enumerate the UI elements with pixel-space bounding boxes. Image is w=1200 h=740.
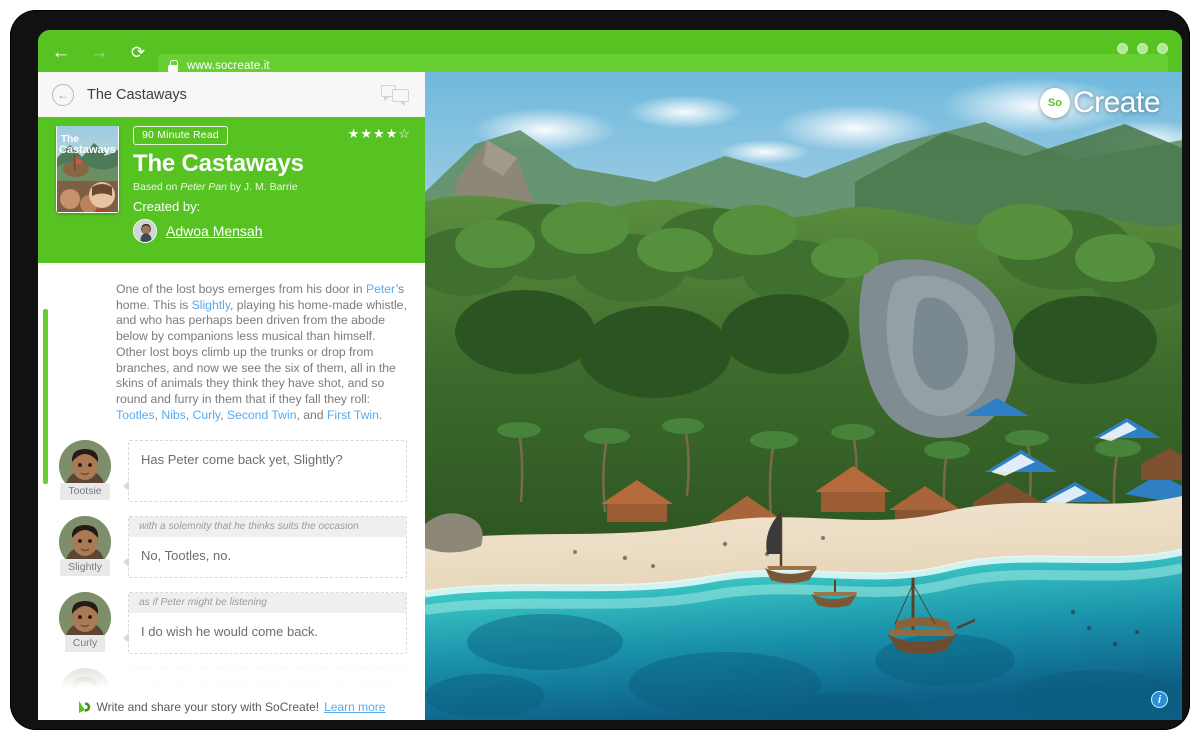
dialogue-parenthetical: with a solemnity that he thinks suits th… — [129, 517, 406, 538]
star-1[interactable]: ★ — [348, 126, 361, 141]
narrative-text: One of the lost boys emerges from his do… — [116, 282, 366, 296]
star-2[interactable]: ★ — [360, 126, 373, 141]
narrative-text: , — [220, 407, 227, 422]
character-name-chip: Tootsie — [60, 483, 110, 501]
dialogue-bubble-column: as if Peter might be listening I do wish … — [123, 592, 407, 655]
narrative-text: , playing his home-made whistle, and who… — [116, 297, 407, 406]
dialogue-row: Tootsie Has Peter come back yet, Slightly… — [38, 440, 425, 503]
dialogue-bubble-column: Has Peter come back yet, Slightly? — [123, 440, 407, 503]
character-link[interactable]: Slightly — [192, 298, 230, 312]
window-maximize-dot[interactable] — [1137, 43, 1148, 54]
character-link[interactable]: Curly — [193, 408, 221, 422]
character-link[interactable]: Second Twin — [227, 408, 297, 422]
url-text: www.socreate.it — [187, 60, 270, 72]
character-link[interactable]: First Twin — [327, 408, 379, 422]
based-on-suffix: by J. M. Barrie — [227, 181, 298, 193]
character-link[interactable]: Nibs — [161, 408, 185, 422]
story-cover-thumbnail[interactable]: The Castaways — [56, 125, 119, 213]
window-close-dot[interactable] — [1157, 43, 1168, 54]
author-avatar — [133, 219, 157, 243]
story-hero-card: The Castaways 90 Minute Read ★★★★☆ The C… — [38, 117, 425, 263]
socreate-create-text: Create — [1072, 86, 1161, 119]
story-header-bar: ← The Castaways — [38, 72, 425, 117]
svg-text:Castaways: Castaways — [59, 144, 116, 156]
window-minimize-dot[interactable] — [1117, 43, 1128, 54]
narrative-text: , and — [296, 407, 327, 422]
dialogue-list: Tootsie Has Peter come back yet, Slightly… — [38, 440, 425, 720]
character-link[interactable]: Tootles — [116, 408, 155, 422]
source-work-title: Peter Pan — [180, 181, 227, 193]
browser-screen: ← → ⟳ www.socreate.it ← The Castaways Th… — [38, 30, 1182, 720]
socreate-play-icon — [78, 700, 92, 714]
rating-stars[interactable]: ★★★★☆ — [348, 126, 411, 142]
star-5[interactable]: ☆ — [398, 126, 411, 141]
browser-back-icon[interactable]: ← — [50, 41, 72, 63]
socreate-watermark-logo: So Create — [1039, 86, 1161, 120]
author-row[interactable]: Adwoa Mensah — [133, 219, 411, 243]
story-back-icon[interactable]: ← — [52, 83, 74, 106]
story-title: The Castaways — [133, 150, 304, 177]
browser-toolbar: ← → ⟳ www.socreate.it — [38, 30, 1182, 78]
story-body: One of the lost boys emerges from his do… — [38, 266, 425, 720]
read-time-badge: 90 Minute Read — [133, 126, 228, 145]
promo-text: Write and share your story with SoCreate… — [96, 700, 320, 714]
info-icon[interactable]: i — [1151, 691, 1168, 708]
dialogue-bubble[interactable]: Has Peter come back yet, Slightly? — [123, 440, 407, 503]
window-controls[interactable] — [1117, 43, 1168, 54]
narrative-paragraph: One of the lost boys emerges from his do… — [38, 282, 425, 423]
dialogue-line: Has Peter come back yet, Slightly? — [141, 452, 343, 468]
page-viewport: ← The Castaways The Castaways 90 Minute … — [38, 72, 1182, 720]
lock-icon — [168, 60, 178, 72]
based-on-prefix: Based on — [133, 181, 181, 193]
promo-learn-more-link[interactable]: Learn more — [324, 700, 385, 714]
dialogue-line: I do wish he would come back. — [141, 624, 319, 640]
device-frame: ← → ⟳ www.socreate.it ← The Castaways Th… — [10, 10, 1190, 730]
dialogue-row: Slightly with a solemnity that he thinks … — [38, 516, 425, 579]
character-column: Curly — [56, 592, 114, 654]
story-header-title: The Castaways — [87, 86, 187, 103]
character-column: Tootsie — [56, 440, 114, 502]
dialogue-bubble[interactable]: with a solemnity that he thinks suits th… — [123, 516, 407, 579]
character-name-chip: Slightly — [60, 559, 110, 577]
tropical-bay-illustration — [425, 72, 1182, 720]
browser-forward-icon[interactable]: → — [88, 41, 110, 63]
narrative-text: , — [185, 407, 193, 422]
dialogue-bubble-column: with a solemnity that he thinks suits th… — [123, 516, 407, 579]
star-4[interactable]: ★ — [386, 126, 399, 141]
story-panel: ← The Castaways The Castaways 90 Minute … — [38, 72, 425, 720]
browser-reload-icon[interactable]: ⟳ — [127, 41, 149, 63]
story-source-attribution: Based on Peter Pan by J. M. Barrie — [133, 181, 411, 193]
socreate-so-text: So — [1047, 97, 1062, 109]
scene-photo: So Create i — [425, 72, 1182, 720]
star-3[interactable]: ★ — [373, 126, 386, 141]
created-by-label: Created by: — [133, 199, 201, 214]
narrative-text: . — [378, 407, 383, 422]
socreate-play-mark: So — [1039, 88, 1070, 118]
torn-edge-bottom — [38, 254, 425, 260]
character-column: Slightly — [56, 516, 114, 578]
comment-bubbles-icon[interactable] — [381, 84, 411, 106]
character-link[interactable]: Peter — [366, 282, 396, 296]
dialogue-parenthetical: as if Peter might be listening — [129, 593, 406, 614]
dialogue-bubble[interactable]: as if Peter might be listening I do wish … — [123, 592, 407, 655]
author-name[interactable]: Adwoa Mensah — [166, 223, 263, 239]
comment-bubble-front — [392, 88, 409, 106]
dialogue-line: No, Tootles, no. — [141, 548, 232, 564]
dialogue-row: Curly as if Peter might be listening I do … — [38, 592, 425, 655]
torn-edge-top — [38, 119, 425, 126]
character-name-chip: Curly — [64, 635, 106, 653]
socreate-promo-bar: Write and share your story with SoCreate… — [38, 694, 425, 720]
